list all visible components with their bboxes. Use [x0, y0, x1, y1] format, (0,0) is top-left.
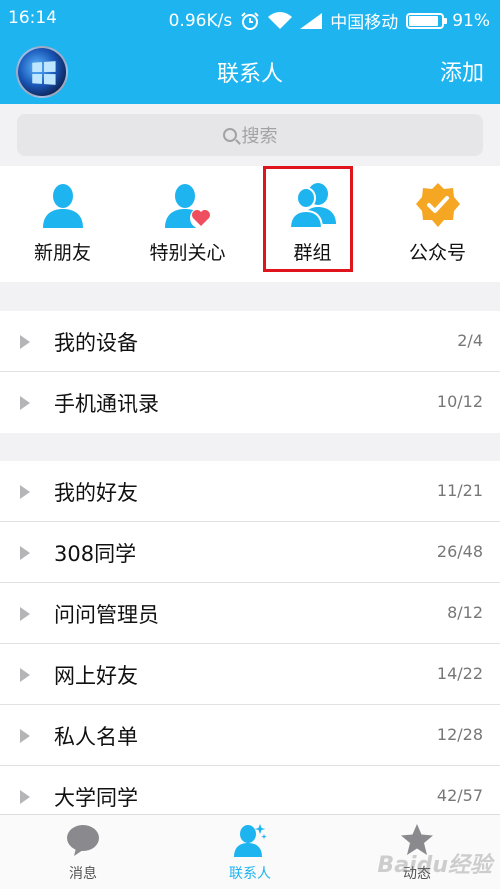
expand-arrow-icon [20, 485, 30, 499]
group-name: 手机通讯录 [54, 392, 159, 416]
group-count: 42/57 [436, 786, 483, 805]
expand-arrow-icon [20, 668, 30, 682]
tab-messages[interactable]: 消息 [0, 815, 166, 889]
group-name: 308同学 [54, 542, 137, 566]
highlight-box [263, 166, 353, 272]
page-title: 联系人 [216, 62, 283, 87]
header: 联系人 添加 [0, 36, 500, 104]
status-bar: 16:14 0.96K/s 中国移动 91% [0, 0, 500, 36]
group-name: 问问管理员 [54, 603, 159, 627]
battery-percent: 91% [452, 10, 490, 31]
tab-label: 消息 [69, 866, 97, 882]
expand-arrow-icon [20, 729, 30, 743]
expand-arrow-icon [20, 335, 30, 349]
quick-label: 公众号 [408, 242, 466, 264]
group-name: 我的设备 [54, 331, 138, 355]
watermark: Baidu经验 [377, 853, 492, 878]
list-item[interactable]: 308同学 26/48 [0, 522, 500, 583]
contact-group-section: 我的好友 11/21 308同学 26/48 问问管理员 8/12 网上好友 1… [0, 461, 500, 827]
quick-actions: 新朋友 特别关心 群组 公众号 [0, 166, 500, 282]
contact-group-section: 我的设备 2/4 手机通讯录 10/12 [0, 311, 500, 433]
group-name: 大学同学 [54, 786, 138, 810]
group-count: 12/28 [436, 725, 483, 744]
group-name: 我的好友 [54, 481, 138, 505]
quick-new-friends[interactable]: 新朋友 [0, 166, 125, 282]
group-count: 26/48 [436, 542, 483, 561]
battery-icon [406, 12, 448, 29]
search-placeholder: 搜索 [241, 126, 278, 147]
group-count: 14/22 [436, 664, 483, 683]
carrier-name: 中国移动 [330, 13, 399, 33]
battery-fill [409, 15, 439, 26]
list-item[interactable]: 手机通讯录 10/12 [0, 372, 500, 433]
contacts-icon [234, 824, 267, 857]
tab-label: 联系人 [229, 866, 271, 882]
quick-label: 特别关心 [149, 242, 226, 264]
tab-contacts[interactable]: 联系人 [167, 815, 333, 889]
group-name: 私人名单 [54, 725, 138, 749]
status-right: 0.96K/s 中国移动 91% [168, 8, 490, 34]
alarm-icon [241, 11, 259, 30]
group-count: 8/12 [447, 603, 483, 622]
add-button[interactable]: 添加 [440, 55, 484, 87]
expand-arrow-icon [20, 546, 30, 560]
expand-arrow-icon [20, 790, 30, 804]
group-count: 10/12 [436, 392, 483, 411]
signal-icon [300, 12, 323, 29]
quick-label: 新朋友 [33, 242, 91, 264]
expand-arrow-icon [20, 607, 30, 621]
search-icon [222, 128, 237, 142]
list-item[interactable]: 私人名单 12/28 [0, 705, 500, 766]
tab-bar: 消息 联系人 动态 Baidu经验 [0, 814, 500, 889]
group-count: 2/4 [457, 331, 483, 350]
list-item[interactable]: 网上好友 14/22 [0, 644, 500, 705]
chat-bubble-icon [67, 825, 99, 856]
wifi-icon [268, 11, 293, 29]
verified-badge-icon [416, 183, 460, 227]
list-item[interactable]: 我的好友 11/21 [0, 461, 500, 522]
person-icon [43, 184, 83, 228]
status-time: 16:14 [8, 8, 57, 28]
network-speed: 0.96K/s [168, 10, 233, 31]
expand-arrow-icon [20, 396, 30, 410]
group-count: 11/21 [436, 481, 483, 500]
person-heart-icon [165, 184, 211, 228]
search-bar[interactable]: 搜索 [17, 114, 483, 156]
list-item[interactable]: 我的设备 2/4 [0, 311, 500, 372]
quick-special-care[interactable]: 特别关心 [125, 166, 250, 282]
quick-official-accounts[interactable]: 公众号 [375, 166, 500, 282]
list-item[interactable]: 问问管理员 8/12 [0, 583, 500, 644]
group-name: 网上好友 [54, 664, 138, 688]
